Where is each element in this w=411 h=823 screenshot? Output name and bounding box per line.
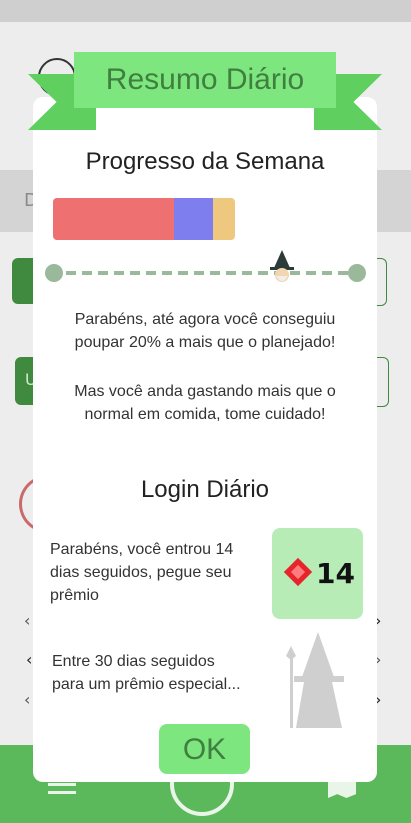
track-dash bbox=[82, 271, 92, 275]
week-progress-title: Progresso da Semana bbox=[85, 148, 325, 175]
track-dash bbox=[210, 271, 220, 275]
track-dash bbox=[322, 271, 332, 275]
chevron-left-icon: ‹ bbox=[26, 650, 33, 669]
dialog-title: Resumo Diário bbox=[105, 63, 305, 96]
track-dash bbox=[306, 271, 316, 275]
track-dash bbox=[114, 271, 124, 275]
progress-track bbox=[54, 271, 358, 275]
daily-login-title: Login Diário bbox=[140, 476, 270, 503]
progress-track-end bbox=[348, 264, 366, 282]
locked-wizard-icon bbox=[286, 632, 344, 728]
segment-purple bbox=[174, 198, 213, 240]
chevron-left-icon: ‹ bbox=[24, 611, 31, 630]
food-warning-message: Mas você anda gastando mais que o normal… bbox=[74, 383, 336, 423]
track-dash bbox=[66, 271, 76, 275]
reward-count: 14 bbox=[316, 557, 355, 590]
track-dash bbox=[338, 271, 348, 275]
streak-message: Parabéns, você entrou 14 dias seguidos, … bbox=[50, 541, 234, 604]
track-dash bbox=[98, 271, 108, 275]
savings-message: Parabéns, até agora você conseguiu poupa… bbox=[74, 311, 336, 351]
ok-button[interactable]: OK bbox=[159, 724, 250, 774]
track-dash bbox=[130, 271, 140, 275]
track-dash bbox=[162, 271, 172, 275]
status-bar bbox=[0, 0, 411, 22]
special-reward-message: Entre 30 dias seguidos para um prêmio es… bbox=[52, 653, 241, 693]
track-dash bbox=[194, 271, 204, 275]
track-dash bbox=[146, 271, 156, 275]
track-dash bbox=[178, 271, 188, 275]
chevron-left-icon: ‹ bbox=[24, 690, 31, 709]
segment-red bbox=[53, 198, 174, 240]
segment-orange bbox=[213, 198, 235, 240]
wizard-character-icon bbox=[270, 250, 294, 282]
track-dash bbox=[242, 271, 252, 275]
track-dash bbox=[226, 271, 236, 275]
